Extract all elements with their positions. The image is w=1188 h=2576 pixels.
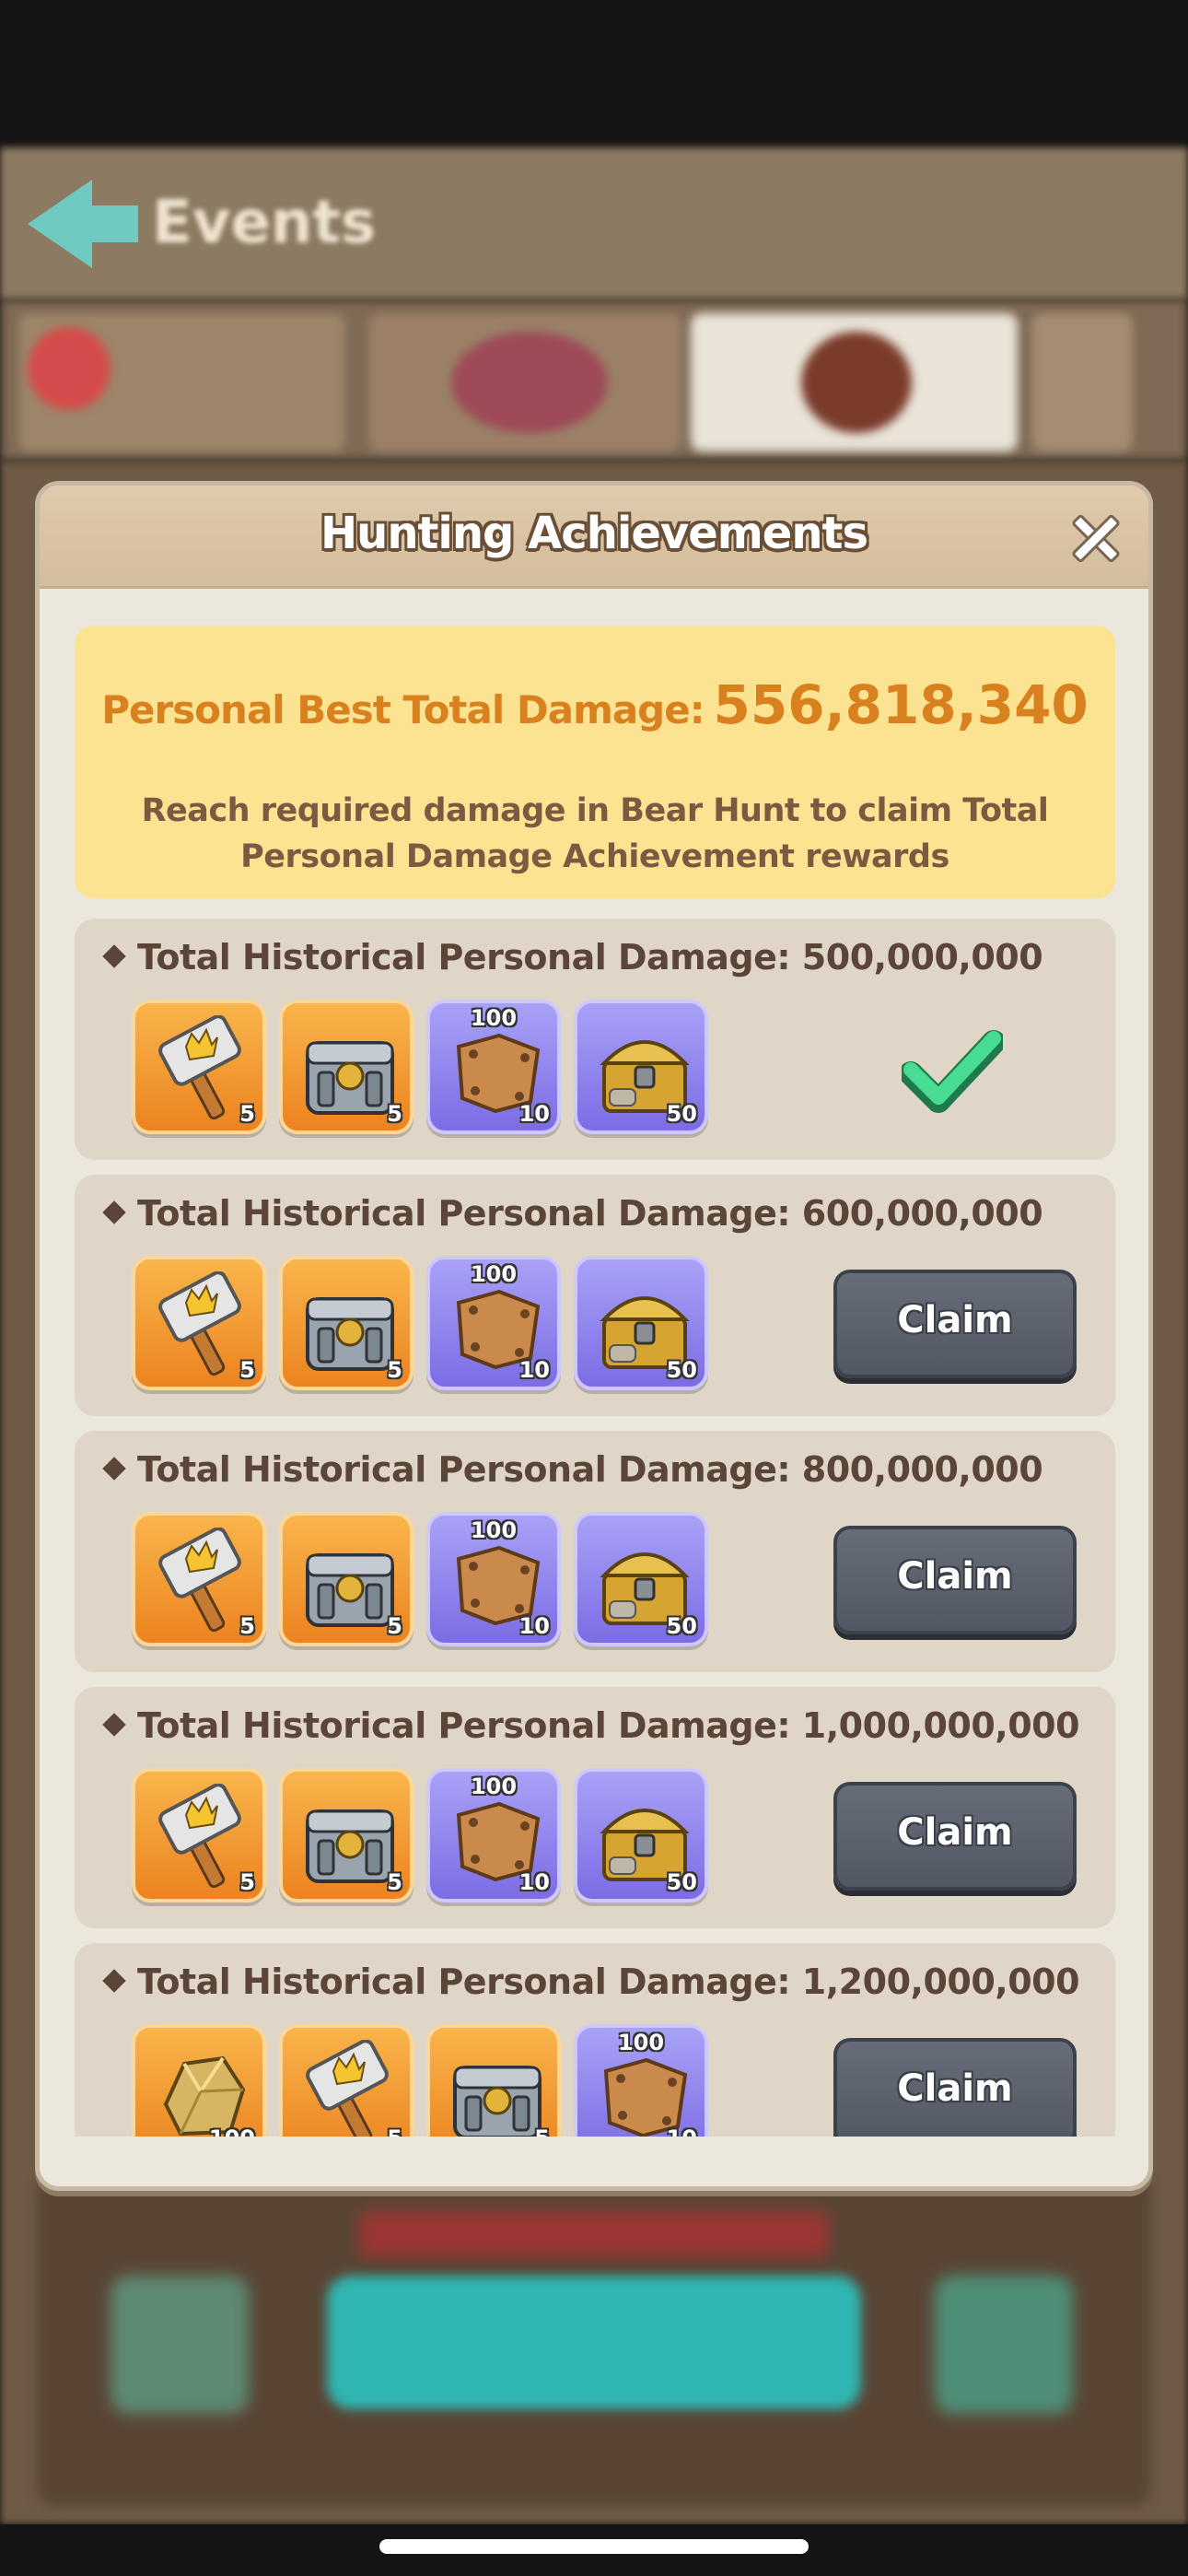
achievement-row-title-text: Total Historical Personal Damage: 1,200,… [137,1961,1080,2002]
achievement-row-title: Total Historical Personal Damage: 600,00… [102,1193,1043,1234]
reward-item[interactable]: 5 [279,1768,413,1903]
reward-top-quantity: 100 [470,1005,518,1031]
achievement-row-title: Total Historical Personal Damage: 1,000,… [102,1705,1080,1746]
description-line-2: Personal Damage Achievement rewards [240,838,949,875]
event-icon [28,327,111,410]
personal-best-description: Reach required damage in Bear Hunt to cl… [130,788,1060,880]
reward-top-quantity: 100 [617,2030,665,2055]
status-bar-area [0,0,1188,147]
reward-top-quantity: 100 [470,1774,518,1799]
achievement-row: Total Historical Personal Damage: 600,00… [75,1175,1115,1416]
personal-best-label: Personal Best Total Damage: [101,687,705,732]
achievement-row: Total Historical Personal Damage: 1,200,… [75,1943,1115,2137]
modal-title: Hunting Achievements [320,508,868,559]
reward-quantity: 50 [666,1869,697,1895]
reward-item[interactable]: 5 [132,1256,266,1390]
hunting-achievements-modal: Hunting Achievements Personal Best Total… [35,481,1153,2191]
claim-button-label: Claim [897,1811,1013,1854]
reward-quantity: 5 [387,1357,402,1383]
reward-item[interactable]: 100 10 [426,1000,561,1134]
reward-quantity: 5 [387,1613,402,1639]
reward-item[interactable]: 5 [132,1512,266,1646]
back-arrow-icon [28,180,138,268]
reward-quantity: 5 [239,1869,255,1895]
achievement-row: Total Historical Personal Damage: 500,00… [75,919,1115,1160]
achievement-row-title-text: Total Historical Personal Damage: 800,00… [137,1449,1043,1490]
claim-button[interactable]: Claim [833,2038,1077,2137]
background-title: Events [152,189,377,257]
reward-quantity: 100 [209,2125,255,2137]
reward-item[interactable]: 5 [279,2024,413,2137]
claim-button-label: Claim [897,2067,1013,2110]
reward-quantity: 50 [666,1357,697,1383]
personal-best-value: 556,818,340 [713,673,1089,736]
reward-top-quantity: 100 [470,1517,518,1543]
reward-quantity: 10 [518,1101,550,1127]
diamond-bullet-icon [102,1200,126,1224]
reward-top-quantity: 100 [470,1261,518,1287]
reward-quantity: 5 [387,1869,402,1895]
reward-item[interactable]: 5 [279,1256,413,1390]
reward-quantity: 50 [666,1101,697,1127]
reward-quantity: 10 [667,2125,697,2137]
achievement-row-title: Total Historical Personal Damage: 500,00… [102,937,1043,978]
reward-quantity: 5 [387,2125,402,2137]
damage-rewards-icon [111,2276,249,2414]
reward-quantity: 5 [239,1357,255,1383]
reward-item[interactable]: 100 [132,2024,266,2137]
diamond-bullet-icon [102,1713,126,1737]
background-enable-button [327,2276,861,2409]
achievement-row: Total Historical Personal Damage: 1,000,… [75,1687,1115,1928]
trap-enhancement-icon [935,2276,1073,2414]
claim-button[interactable]: Claim [833,1526,1077,1634]
achievement-row-title-text: Total Historical Personal Damage: 1,000,… [137,1705,1080,1746]
reward-quantity: 5 [239,1613,255,1639]
personal-best-panel: Personal Best Total Damage: 556,818,340 R… [75,626,1115,898]
reward-quantity: 50 [666,1613,697,1639]
achievement-row-title: Total Historical Personal Damage: 1,200,… [102,1961,1080,2002]
achievement-row-title: Total Historical Personal Damage: 800,00… [102,1449,1043,1490]
reward-quantity: 5 [534,2125,550,2137]
modal-header: Hunting Achievements [40,486,1148,589]
reward-item[interactable]: 50 [574,1512,708,1646]
reward-item[interactable]: 50 [574,1256,708,1390]
achievement-list[interactable]: Total Historical Personal Damage: 500,00… [40,919,1148,2137]
event-icon [451,332,608,433]
achievement-row-title-text: Total Historical Personal Damage: 600,00… [137,1193,1043,1234]
reward-item[interactable]: 5 [426,2024,561,2137]
reward-item[interactable]: 100 10 [426,1256,561,1390]
claim-button-label: Claim [897,1555,1013,1598]
claimed-check-icon [899,1022,1006,1123]
reward-quantity: 10 [518,1357,550,1383]
diamond-bullet-icon [102,944,126,968]
claim-button[interactable]: Claim [833,1782,1077,1891]
reward-item[interactable]: 50 [574,1768,708,1903]
personal-best-line: Personal Best Total Damage: 556,818,340 [75,673,1115,736]
reward-quantity: 5 [239,1101,255,1127]
reward-item[interactable]: 50 [574,1000,708,1134]
claim-button[interactable]: Claim [833,1270,1077,1378]
achievement-row: Total Historical Personal Damage: 800,00… [75,1431,1115,1672]
event-icon [801,332,912,433]
reward-item[interactable]: 5 [279,1000,413,1134]
reward-item[interactable]: 5 [279,1512,413,1646]
achievement-row-title-text: Total Historical Personal Damage: 500,00… [137,937,1043,978]
diamond-bullet-icon [102,1969,126,1993]
reward-item[interactable]: 100 10 [426,1512,561,1646]
reward-item[interactable]: 100 10 [574,2024,708,2137]
background-tab-4 [1031,313,1133,451]
close-icon[interactable] [1064,506,1128,570]
description-line-1: Reach required damage in Bear Hunt to cl… [141,792,1049,829]
reward-item[interactable]: 100 10 [426,1768,561,1903]
diamond-bullet-icon [102,1457,126,1481]
reward-item[interactable]: 5 [132,1000,266,1134]
claim-button-label: Claim [897,1299,1013,1341]
reward-item[interactable]: 5 [132,1768,266,1903]
home-indicator[interactable] [379,2539,809,2554]
reward-quantity: 5 [387,1101,402,1127]
reward-quantity: 10 [518,1613,550,1639]
reward-quantity: 10 [518,1869,550,1895]
background-countdown [359,2211,829,2257]
